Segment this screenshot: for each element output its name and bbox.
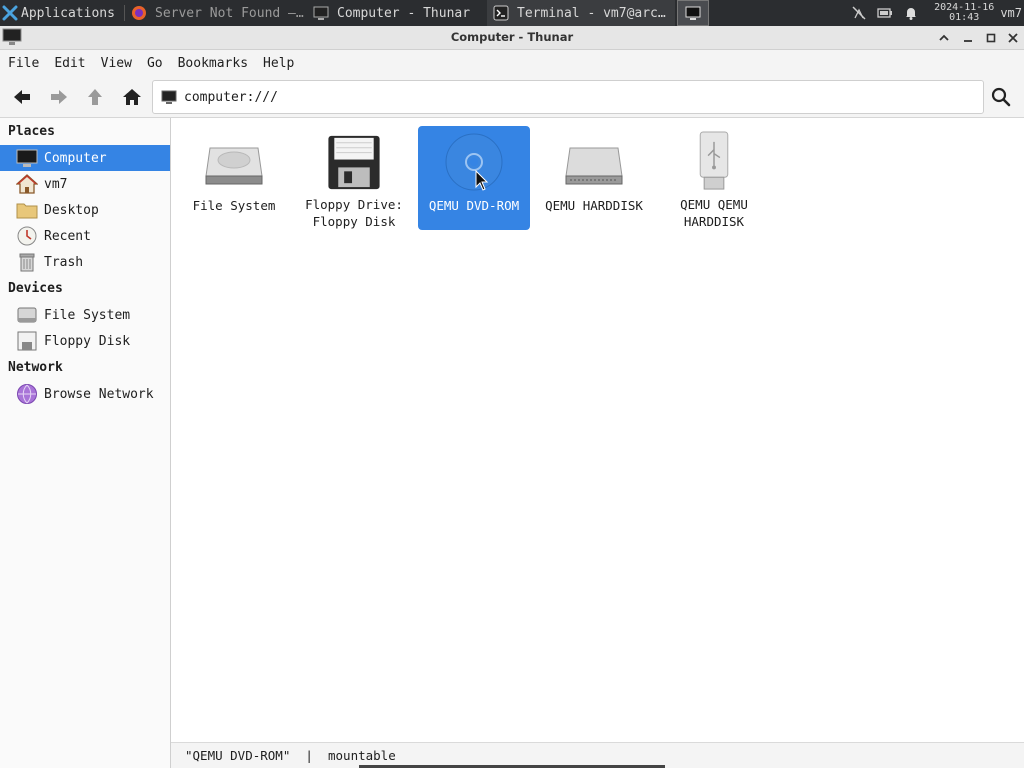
- window-title: Computer - Thunar: [450, 30, 574, 44]
- top-panel: Applications Server Not Found —… Compute…: [0, 0, 1024, 26]
- status-text: "QEMU DVD-ROM" | mountable: [185, 748, 396, 763]
- item-floppy-drive[interactable]: Floppy Drive: Floppy Disk: [298, 126, 410, 230]
- item-label: QEMU HARDDISK: [545, 198, 643, 213]
- network-disconnected-icon[interactable]: [851, 5, 867, 21]
- menu-bar: File Edit View Go Bookmarks Help: [0, 50, 1024, 76]
- desktop-icon: [685, 6, 701, 20]
- sidebar-item-recent[interactable]: Recent: [0, 223, 170, 249]
- item-file-system[interactable]: File System: [178, 126, 290, 230]
- menu-help[interactable]: Help: [259, 56, 298, 71]
- forward-button[interactable]: [46, 84, 72, 110]
- harddisk-icon: [565, 147, 623, 185]
- home-button[interactable]: [119, 84, 145, 110]
- item-qemu-harddisk[interactable]: QEMU HARDDISK: [538, 126, 650, 230]
- close-icon: [1008, 33, 1018, 43]
- user-menu[interactable]: vm7: [1000, 6, 1022, 20]
- icon-view[interactable]: File System Floppy Drive: Floppy Disk QE…: [171, 118, 1024, 742]
- chevron-up-icon: [939, 34, 949, 41]
- network-header: Network: [8, 360, 63, 375]
- item-label: File System: [192, 198, 276, 213]
- harddisk-icon: [17, 307, 37, 323]
- window-titlebar[interactable]: Computer - Thunar: [0, 26, 1024, 50]
- mouse-pointer-icon: [475, 170, 489, 191]
- system-tray: 2024-11-16 01:43 vm7: [846, 0, 1024, 26]
- item-label: QEMU QEMU HARDDISK: [680, 197, 748, 229]
- computer-icon: [161, 90, 177, 104]
- home-icon: [123, 89, 141, 105]
- sidebar-item-label: Floppy Disk: [44, 333, 131, 349]
- menu-bookmarks[interactable]: Bookmarks: [174, 56, 252, 71]
- home-icon: [16, 174, 38, 194]
- sidebar-item-file-system[interactable]: File System: [0, 302, 170, 328]
- sidebar-item-floppy-disk[interactable]: Floppy Disk: [0, 328, 170, 354]
- show-desktop-button[interactable]: [677, 0, 709, 26]
- sidebar-item-desktop[interactable]: Desktop: [0, 197, 170, 223]
- places-header: Places: [8, 124, 55, 139]
- xfce-logo-icon: [2, 5, 18, 21]
- sidebar: Places Computer vm7 Desktop Recent Trash…: [0, 118, 171, 768]
- arrow-right-icon: [51, 90, 67, 104]
- taskbar-item-label: Terminal - vm7@arc…: [517, 5, 666, 21]
- folder-icon: [16, 203, 38, 219]
- sidebar-item-label: File System: [44, 307, 131, 323]
- menu-view[interactable]: View: [97, 56, 136, 71]
- battery-icon[interactable]: [877, 5, 893, 21]
- sidebar-item-label: Computer: [44, 150, 107, 166]
- floppy-icon: [17, 331, 37, 351]
- item-qemu-dvd-rom[interactable]: QEMU DVD-ROM: [418, 126, 530, 230]
- parent-folder-button[interactable]: [82, 84, 108, 110]
- notification-bell-icon[interactable]: [903, 5, 919, 21]
- arrow-up-icon: [88, 89, 102, 105]
- harddisk-icon: [205, 147, 263, 185]
- computer-icon: [313, 6, 329, 20]
- menu-file[interactable]: File: [4, 56, 43, 71]
- optical-disc-icon: [445, 133, 503, 191]
- devices-header: Devices: [8, 281, 63, 296]
- sidebar-item-trash[interactable]: Trash: [0, 249, 170, 275]
- terminal-icon: [493, 5, 509, 21]
- menu-edit[interactable]: Edit: [50, 56, 89, 71]
- toolbar: computer:///: [0, 76, 1024, 118]
- sidebar-item-browse-network[interactable]: Browse Network: [0, 381, 170, 407]
- location-bar[interactable]: computer:///: [152, 80, 984, 114]
- recent-icon: [17, 226, 37, 246]
- back-button[interactable]: [9, 84, 35, 110]
- firefox-icon: [132, 6, 146, 20]
- menu-go[interactable]: Go: [143, 56, 167, 71]
- applications-menu-button[interactable]: Applications: [0, 0, 124, 26]
- shade-button[interactable]: [936, 30, 952, 46]
- applications-label: Applications: [21, 5, 115, 21]
- sidebar-item-label: Desktop: [44, 202, 99, 218]
- taskbar-item-thunar[interactable]: Computer - Thunar: [307, 0, 487, 26]
- sidebar-item-computer[interactable]: Computer: [0, 145, 170, 171]
- usb-drive-icon: [699, 131, 729, 190]
- computer-icon: [16, 149, 38, 167]
- trash-icon: [19, 253, 35, 272]
- network-icon: [17, 384, 37, 404]
- location-path: computer:///: [184, 89, 278, 105]
- close-button[interactable]: [1005, 30, 1021, 46]
- sidebar-item-label: Trash: [44, 254, 84, 270]
- arrow-left-icon: [14, 90, 30, 104]
- taskbar-item-terminal[interactable]: Terminal - vm7@arc…: [487, 0, 675, 26]
- minimize-button[interactable]: [960, 30, 976, 46]
- sidebar-item-label: vm7: [44, 176, 68, 192]
- taskbar-item-label: Computer - Thunar: [337, 5, 471, 21]
- sidebar-item-label: Browse Network: [44, 386, 154, 402]
- maximize-icon: [986, 33, 996, 43]
- maximize-button[interactable]: [983, 30, 999, 46]
- search-icon: [991, 87, 1011, 107]
- sidebar-item-label: Recent: [44, 228, 91, 244]
- clock-time: 01:43: [949, 12, 980, 23]
- item-qemu-qemu-harddisk[interactable]: QEMU QEMU HARDDISK: [658, 126, 770, 230]
- item-label: Floppy Drive: Floppy Disk: [305, 197, 403, 229]
- taskbar-item-label: Server Not Found —…: [155, 5, 304, 21]
- sidebar-item-vm7[interactable]: vm7: [0, 171, 170, 197]
- clock[interactable]: 2024-11-16 01:43: [934, 3, 994, 23]
- minimize-icon: [964, 40, 972, 42]
- search-button[interactable]: [988, 84, 1014, 110]
- floppy-icon: [328, 135, 380, 190]
- item-label: QEMU DVD-ROM: [428, 198, 520, 213]
- taskbar-item-firefox[interactable]: Server Not Found —…: [125, 0, 307, 26]
